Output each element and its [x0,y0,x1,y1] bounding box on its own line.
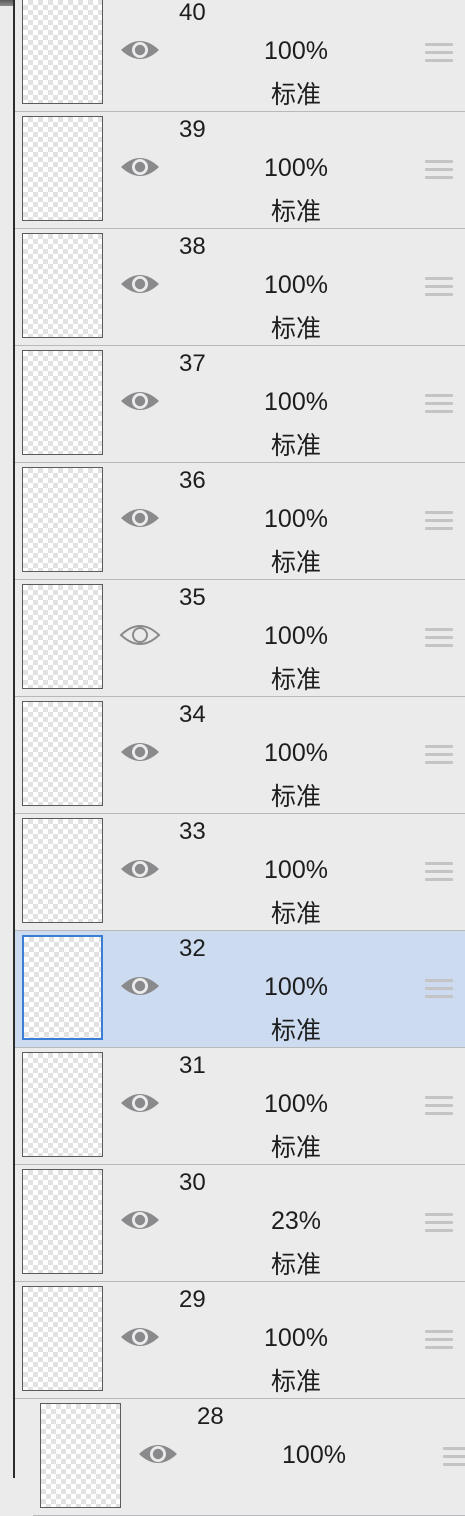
layer-thumbnail[interactable] [22,1169,103,1274]
layer-opacity[interactable]: 100% [241,505,351,534]
layer-blend-mode[interactable]: 标准 [241,894,351,930]
layer-thumbnail[interactable] [22,935,103,1040]
eye-filled-icon[interactable] [119,503,161,533]
layer-thumbnail[interactable] [22,701,103,806]
layer-row[interactable]: 30 23% 标准 [15,1165,465,1282]
layer-thumbnail[interactable] [22,116,103,221]
layer-thumbnail[interactable] [40,1403,121,1508]
drag-handle-icon[interactable] [425,394,455,416]
layer-thumbnail[interactable] [22,1052,103,1157]
layer-blend-mode[interactable]: 标准 [241,309,351,345]
layer-thumbnail[interactable] [22,0,103,104]
drag-handle-icon[interactable] [425,1330,455,1352]
layer-blend-mode[interactable]: 标准 [241,1128,351,1164]
drag-handle-icon[interactable] [425,1096,455,1118]
layer-blend-mode[interactable]: 标准 [241,777,351,813]
layer-row[interactable]: 35 100% 标准 [15,580,465,697]
layer-opacity[interactable]: 100% [241,388,351,417]
drag-handle-icon[interactable] [425,160,455,182]
layer-thumbnail[interactable] [22,584,103,689]
layer-number: 36 [179,467,206,494]
drag-handle-icon[interactable] [425,745,455,767]
layer-blend-mode[interactable]: 标准 [241,1011,351,1047]
layer-blend-mode[interactable]: 标准 [241,660,351,696]
layer-blend-mode[interactable]: 标准 [241,1245,351,1281]
layer-row[interactable]: 28 100% [33,1399,465,1516]
layer-row[interactable]: 29 100% 标准 [15,1282,465,1399]
layer-row[interactable]: 40 100% 标准 [15,0,465,112]
eye-filled-icon[interactable] [119,971,161,1001]
layer-number: 30 [179,1169,206,1196]
layer-row[interactable]: 34 100% 标准 [15,697,465,814]
layer-blend-mode[interactable]: 标准 [241,543,351,579]
eye-filled-icon[interactable] [119,737,161,767]
drag-handle-icon[interactable] [425,979,455,1001]
layer-opacity[interactable]: 100% [241,622,351,651]
layer-opacity[interactable]: 100% [241,1324,351,1353]
layer-row[interactable]: 37 100% 标准 [15,346,465,463]
layer-thumbnail[interactable] [22,350,103,455]
eye-filled-icon[interactable] [119,35,161,65]
layer-opacity[interactable]: 100% [241,973,351,1002]
layer-opacity[interactable]: 23% [241,1207,351,1236]
layer-opacity[interactable]: 100% [241,856,351,885]
layer-opacity[interactable]: 100% [241,739,351,768]
layer-number: 39 [179,116,206,143]
layer-row[interactable]: 38 100% 标准 [15,229,465,346]
layer-blend-mode[interactable]: 标准 [241,426,351,462]
eye-filled-icon[interactable] [119,1088,161,1118]
drag-handle-icon[interactable] [425,1213,455,1235]
layer-blend-mode[interactable]: 标准 [241,192,351,228]
eye-filled-icon[interactable] [119,854,161,884]
layer-blend-mode[interactable]: 标准 [241,75,351,111]
drag-handle-icon[interactable] [425,511,455,533]
drag-handle-icon[interactable] [425,277,455,299]
layer-thumbnail[interactable] [22,1286,103,1391]
layer-number: 35 [179,584,206,611]
eye-filled-icon[interactable] [119,1205,161,1235]
drag-handle-icon[interactable] [425,628,455,650]
layer-number: 32 [179,935,206,962]
layer-number: 40 [179,0,206,26]
eye-filled-icon[interactable] [119,386,161,416]
layer-opacity[interactable]: 100% [241,154,351,183]
drag-handle-icon[interactable] [443,1447,465,1469]
layer-row[interactable]: 36 100% 标准 [15,463,465,580]
layer-thumbnail[interactable] [22,233,103,338]
layer-row[interactable]: 33 100% 标准 [15,814,465,931]
layer-number: 37 [179,350,206,377]
layer-number: 34 [179,701,206,728]
eye-outline-icon[interactable] [119,620,161,650]
eye-filled-icon[interactable] [119,1322,161,1352]
layer-list: 40 100% 标准 39 100% 标准 38 100% 标准 37 100% 标准 36 100% 标准… [0,0,465,1516]
layer-opacity[interactable]: 100% [241,271,351,300]
layer-row[interactable]: 31 100% 标准 [15,1048,465,1165]
layer-number: 31 [179,1052,206,1079]
layer-blend-mode[interactable]: 标准 [241,1362,351,1398]
layer-number: 38 [179,233,206,260]
layer-number: 29 [179,1286,206,1313]
eye-filled-icon[interactable] [119,269,161,299]
layer-row[interactable]: 32 100% 标准 [15,931,465,1048]
layer-opacity[interactable]: 100% [259,1441,369,1470]
drag-handle-icon[interactable] [425,862,455,884]
layer-thumbnail[interactable] [22,818,103,923]
layer-thumbnail[interactable] [22,467,103,572]
layer-opacity[interactable]: 100% [241,37,351,66]
layer-row[interactable]: 39 100% 标准 [15,112,465,229]
layer-number: 33 [179,818,206,845]
eye-filled-icon[interactable] [137,1439,179,1469]
layer-opacity[interactable]: 100% [241,1090,351,1119]
eye-filled-icon[interactable] [119,152,161,182]
drag-handle-icon[interactable] [425,43,455,65]
layer-number: 28 [197,1403,224,1430]
